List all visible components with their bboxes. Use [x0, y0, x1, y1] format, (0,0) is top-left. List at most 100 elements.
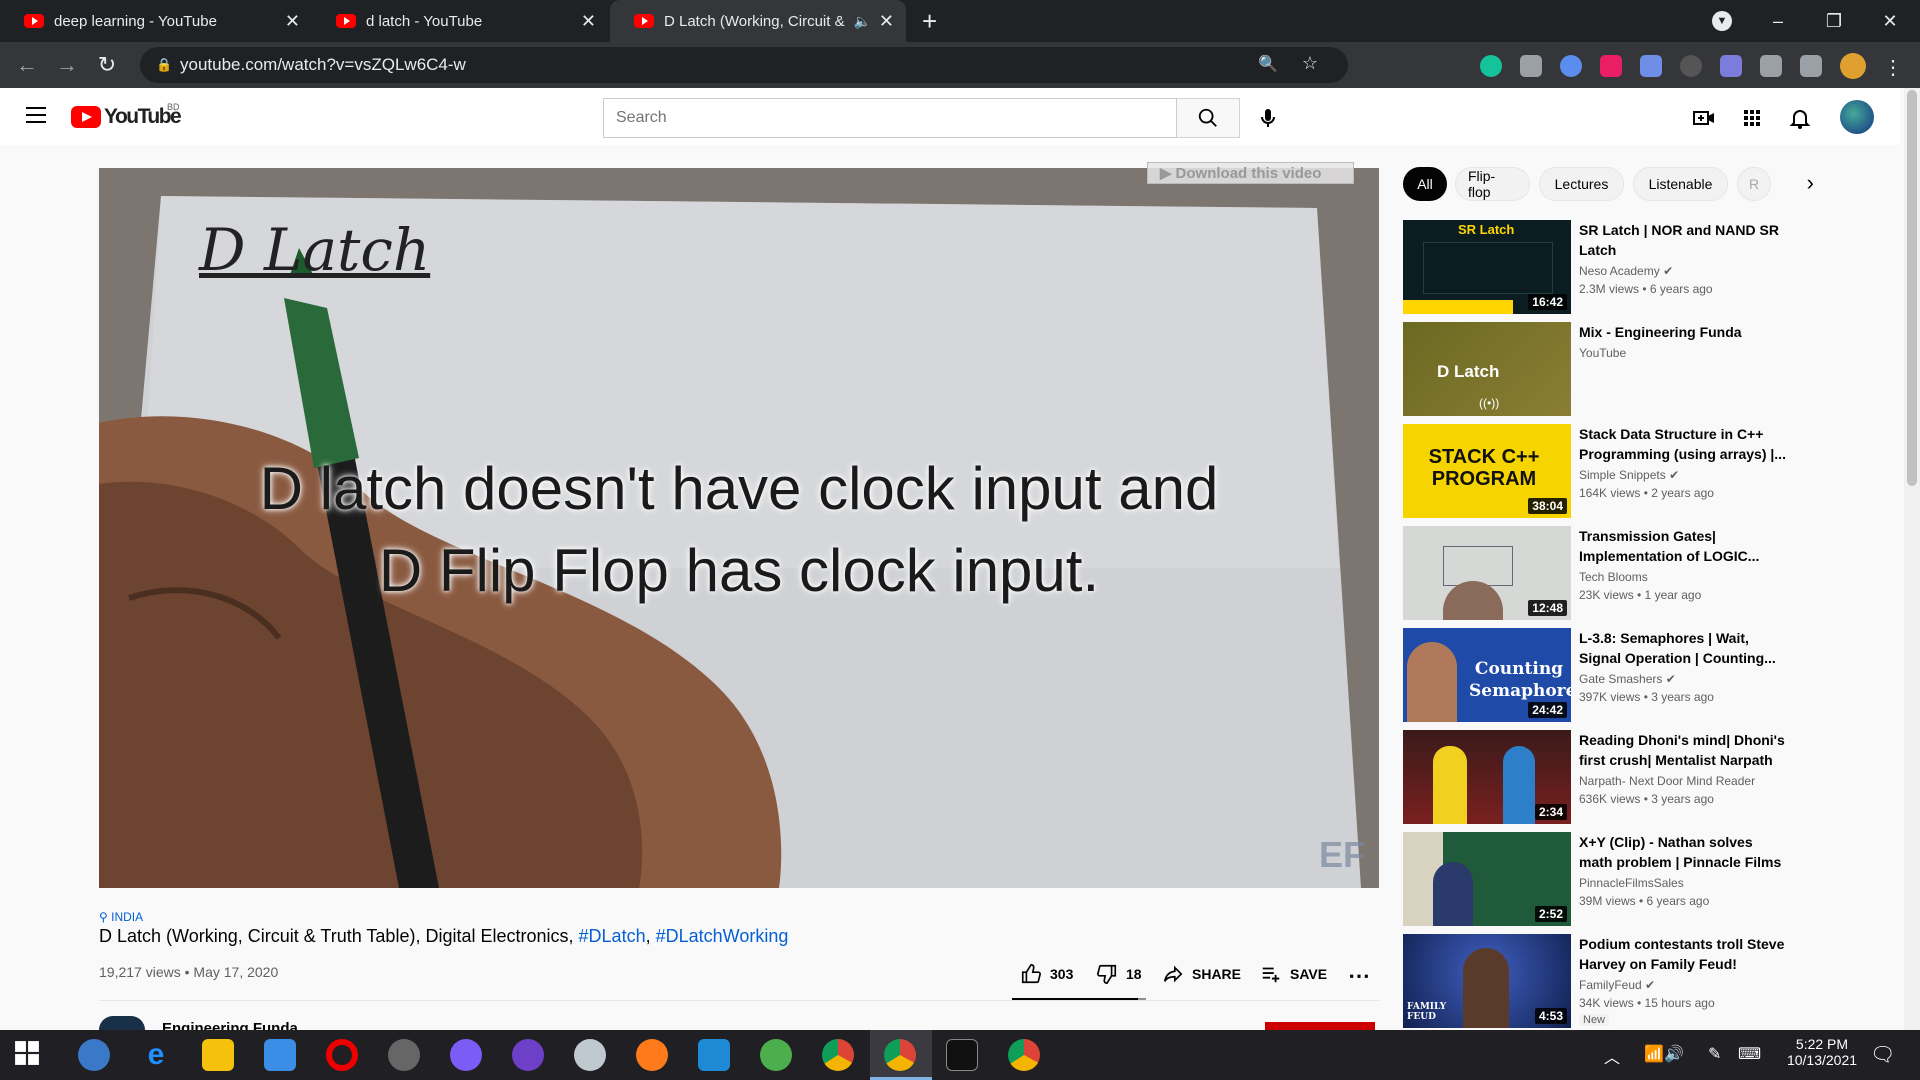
reload-icon[interactable]: ↻: [94, 52, 120, 78]
rec-channel[interactable]: FamilyFeud ✔: [1579, 978, 1655, 992]
play-extension-icon[interactable]: [1600, 55, 1622, 77]
app-icon[interactable]: [760, 1039, 792, 1071]
recommendation-item[interactable]: STACK C++ PROGRAM 38:04 Stack Data Struc…: [1403, 424, 1873, 520]
zoom-icon[interactable]: 🔍: [1258, 54, 1278, 74]
system-clock[interactable]: 5:22 PM 10/13/2021: [1782, 1036, 1862, 1068]
rec-channel[interactable]: YouTube: [1579, 346, 1626, 360]
qbittorrent-icon[interactable]: [78, 1039, 110, 1071]
channel-avatar[interactable]: [99, 1016, 145, 1030]
video-player[interactable]: D Latch D latch doesn't have clock input…: [99, 168, 1379, 888]
apps-grid-icon[interactable]: [1740, 106, 1764, 130]
recommendation-item[interactable]: FAMILY FEUD 4:53 Podium contestants trol…: [1403, 934, 1873, 1030]
firefox-icon[interactable]: [636, 1039, 668, 1071]
rec-title[interactable]: Transmission Gates| Implementation of LO…: [1579, 526, 1789, 566]
video-thumbnail[interactable]: FAMILY FEUD 4:53: [1403, 934, 1571, 1028]
recommendation-item[interactable]: D Latch ((•)) Mix - Engineering Funda Yo…: [1403, 322, 1873, 418]
grammarly-extension-icon[interactable]: [1480, 55, 1502, 77]
show-hidden-icons-chevron-icon[interactable]: ︿: [1604, 1044, 1620, 1068]
chip-listenable[interactable]: Listenable: [1633, 167, 1728, 201]
file-explorer-icon[interactable]: [202, 1039, 234, 1071]
close-window-button[interactable]: ✕: [1862, 0, 1918, 42]
rec-title[interactable]: SR Latch | NOR and NAND SR Latch: [1579, 220, 1789, 260]
new-tab-button[interactable]: +: [912, 0, 956, 42]
more-actions-icon[interactable]: ⋯: [1348, 963, 1370, 989]
chrome-icon[interactable]: [1008, 1039, 1040, 1071]
video-thumbnail[interactable]: D Latch ((•)): [1403, 322, 1571, 416]
wifi-icon[interactable]: 📶: [1644, 1044, 1664, 1064]
recommendation-item[interactable]: 2:34 Reading Dhoni's mind| Dhoni's first…: [1403, 730, 1873, 826]
browser-menu-icon[interactable]: ⋮: [1882, 55, 1904, 79]
rec-channel[interactable]: Gate Smashers ✔: [1579, 672, 1676, 686]
vpn-extension-icon[interactable]: [1680, 55, 1702, 77]
address-bar[interactable]: 🔒 youtube.com/watch?v=vsZQLw6C4-w 🔍 ☆: [140, 47, 1348, 83]
opera-icon[interactable]: [326, 1039, 358, 1071]
subscribe-button[interactable]: [1265, 1022, 1375, 1030]
speaker-icon[interactable]: 🔈: [853, 13, 870, 30]
download-extension-icon[interactable]: [1640, 55, 1662, 77]
page-scrollbar[interactable]: [1904, 88, 1920, 1030]
hamburger-menu-icon[interactable]: [26, 107, 46, 123]
extension-icon[interactable]: [1560, 55, 1582, 77]
video-thumbnail[interactable]: SR Latch 16:42: [1403, 220, 1571, 314]
notification-center-icon[interactable]: 🗨: [1870, 1042, 1895, 1067]
rec-title[interactable]: Podium contestants troll Steve Harvey on…: [1579, 934, 1789, 974]
video-location[interactable]: ⚲ INDIA: [99, 910, 143, 924]
app-icon[interactable]: [388, 1039, 420, 1071]
microphone-icon[interactable]: [1256, 106, 1280, 130]
recommendation-item[interactable]: 2:52 X+Y (Clip) - Nathan solves math pro…: [1403, 832, 1873, 928]
download-video-button[interactable]: ▶ Download this video: [1147, 162, 1354, 184]
search-input[interactable]: [603, 98, 1177, 138]
notifications-bell-icon[interactable]: [1788, 106, 1812, 130]
share-button[interactable]: SHARE: [1162, 963, 1241, 985]
dislike-button[interactable]: 18: [1096, 963, 1142, 985]
recommendation-item[interactable]: SR Latch 16:42 SR Latch | NOR and NAND S…: [1403, 220, 1873, 316]
video-thumbnail[interactable]: 2:34: [1403, 730, 1571, 824]
rec-channel[interactable]: Neso Academy ✔: [1579, 264, 1673, 278]
save-button[interactable]: SAVE: [1260, 963, 1327, 985]
video-thumbnail[interactable]: 2:52: [1403, 832, 1571, 926]
minimize-button[interactable]: –: [1750, 0, 1806, 42]
app-icon[interactable]: [574, 1039, 606, 1071]
chrome-icon[interactable]: [884, 1039, 916, 1071]
tab-deep-learning[interactable]: deep learning - YouTube ✕: [0, 0, 312, 42]
recommendation-item[interactable]: 12:48 Transmission Gates| Implementation…: [1403, 526, 1873, 622]
camera-extension-icon[interactable]: [1520, 55, 1542, 77]
video-thumbnail[interactable]: 12:48: [1403, 526, 1571, 620]
bookmark-star-icon[interactable]: ☆: [1302, 53, 1318, 74]
maximize-button[interactable]: ❐: [1806, 0, 1862, 42]
mail-icon[interactable]: [264, 1039, 296, 1071]
chip-all[interactable]: All: [1403, 167, 1447, 201]
rec-channel[interactable]: Narpath- Next Door Mind Reader: [1579, 774, 1755, 788]
puzzle-extensions-icon[interactable]: [1760, 55, 1782, 77]
pen-extension-icon[interactable]: [1720, 55, 1742, 77]
back-arrow-icon[interactable]: ←: [14, 52, 40, 78]
chip-lectures[interactable]: Lectures: [1539, 167, 1624, 201]
forward-arrow-icon[interactable]: →: [54, 52, 80, 78]
rec-title[interactable]: Mix - Engineering Funda: [1579, 322, 1789, 342]
messenger-icon[interactable]: [450, 1039, 482, 1071]
vscode-icon[interactable]: [698, 1039, 730, 1071]
chrome-icon[interactable]: [822, 1039, 854, 1071]
rec-title[interactable]: Reading Dhoni's mind| Dhoni's first crus…: [1579, 730, 1789, 770]
scrollbar-thumb[interactable]: [1907, 90, 1917, 486]
close-tab-icon[interactable]: ✕: [285, 11, 300, 32]
pen-icon[interactable]: ✎: [1708, 1044, 1721, 1064]
close-tab-icon[interactable]: ✕: [581, 11, 596, 32]
rec-channel[interactable]: PinnacleFilmsSales: [1579, 876, 1684, 890]
chips-next-chevron-icon[interactable]: ›: [1772, 170, 1814, 200]
chip-flip-flop[interactable]: Flip-flop: [1455, 167, 1530, 201]
hashtag-link[interactable]: #DLatch: [579, 926, 646, 946]
rec-channel[interactable]: Tech Blooms: [1579, 570, 1648, 584]
volume-icon[interactable]: 🔊: [1664, 1044, 1684, 1064]
github-icon[interactable]: [512, 1039, 544, 1071]
reading-list-icon[interactable]: [1800, 55, 1822, 77]
tab-d-latch-video[interactable]: D Latch (Working, Circuit & T 🔈 ✕: [610, 0, 906, 42]
video-thumbnail[interactable]: Counting Semaphore 24:42: [1403, 628, 1571, 722]
close-tab-icon[interactable]: ✕: [879, 11, 894, 32]
chip-more[interactable]: R: [1737, 167, 1771, 201]
youtube-logo-icon[interactable]: [71, 106, 101, 128]
rec-channel[interactable]: Simple Snippets ✔: [1579, 468, 1679, 482]
channel-name[interactable]: Engineering Funda: [162, 1020, 298, 1030]
like-button[interactable]: 303: [1020, 963, 1073, 985]
edge-icon[interactable]: e: [140, 1039, 172, 1071]
